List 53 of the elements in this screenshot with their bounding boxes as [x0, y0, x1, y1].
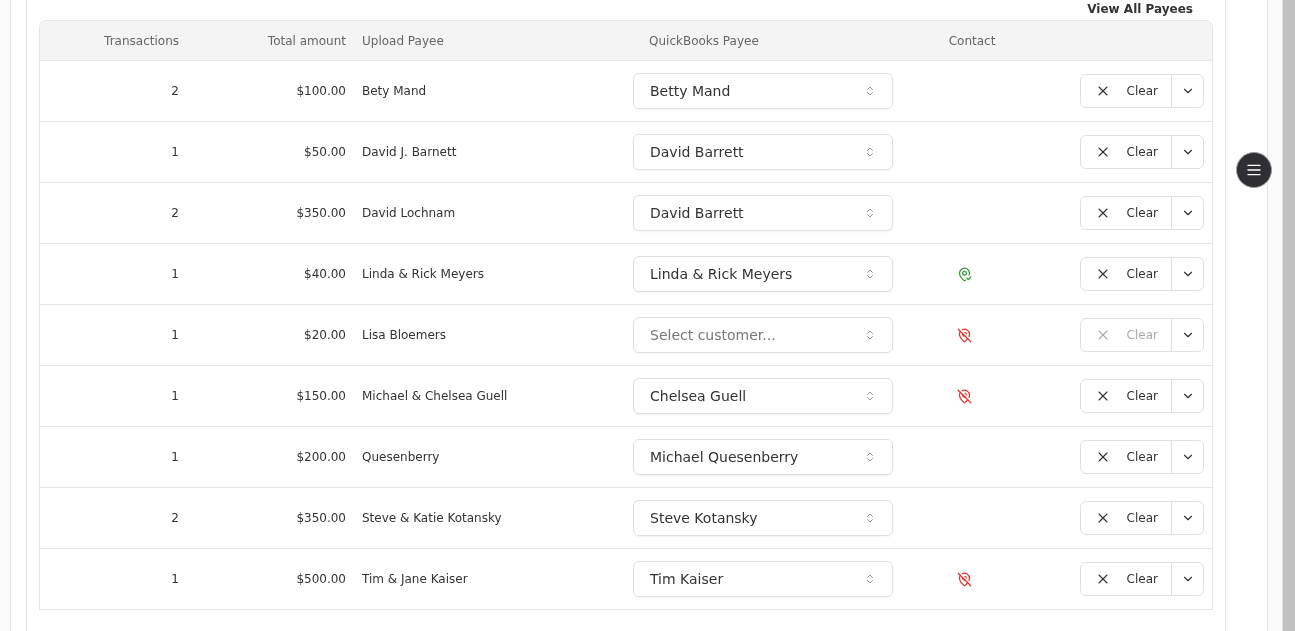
payee-select[interactable]: Steve Kotansky — [633, 500, 893, 536]
amount-cell-text: $20.00 — [303, 328, 346, 342]
payee-select[interactable]: David Barrett — [633, 195, 893, 231]
upload-payee-cell-text: Michael & Chelsea Guell — [361, 389, 509, 403]
upload-payee-cell-text: Quesenberry — [361, 450, 441, 464]
upload-payee-cell-text: Bety Mand — [361, 84, 428, 98]
payee-select[interactable]: Tim Kaiser — [633, 561, 893, 597]
amount-cell-text: $200.00 — [295, 450, 346, 464]
up-down-chevron-icon — [864, 512, 876, 524]
transactions-cell-text: 1 — [170, 450, 179, 464]
amount-cell-text: $40.00 — [303, 267, 346, 281]
view-all-payees-link[interactable]: View All Payees — [1087, 2, 1193, 16]
payee-select[interactable]: Select customer... — [633, 317, 893, 353]
scrollbar[interactable] — [1282, 0, 1295, 631]
transactions-cell-text: 1 — [170, 328, 179, 342]
up-down-chevron-icon — [864, 268, 876, 280]
payee-select[interactable]: David Barrett — [633, 134, 893, 170]
transactions-cell-text: 2 — [170, 84, 179, 98]
payee-select[interactable]: Michael Quesenberry — [633, 439, 893, 475]
up-down-chevron-icon — [864, 85, 876, 97]
upload-payee-cell-text: David J. Barnett — [361, 145, 458, 159]
transactions-cell-text: 1 — [170, 267, 179, 281]
column-header: QuickBooks Payee — [648, 33, 760, 48]
payee-select[interactable]: Linda & Rick Meyers — [633, 256, 893, 292]
up-down-chevron-icon — [864, 146, 876, 158]
transactions-cell-text: 2 — [170, 206, 179, 220]
upload-payee-cell-text: David Lochnam — [361, 206, 457, 220]
upload-payee-cell-text: Linda & Rick Meyers — [361, 267, 486, 281]
transactions-cell-text: 2 — [170, 511, 179, 525]
upload-payee-cell-text: Lisa Bloemers — [361, 328, 447, 342]
amount-cell-text: $150.00 — [295, 389, 346, 403]
up-down-chevron-icon — [864, 207, 876, 219]
column-header: Total amount — [266, 33, 346, 48]
up-down-chevron-icon — [864, 329, 876, 341]
payee-select[interactable]: Betty Mand — [633, 73, 893, 109]
up-down-chevron-icon — [864, 390, 876, 402]
column-header: Transactions — [103, 33, 179, 48]
upload-payee-cell-text: Tim & Jane Kaiser — [361, 572, 469, 586]
upload-payee-cell-text: Steve & Katie Kotansky — [361, 511, 503, 525]
transactions-cell-text: 1 — [170, 572, 179, 586]
column-header: Contact — [947, 33, 997, 48]
amount-cell-text: $350.00 — [295, 206, 346, 220]
transactions-cell-text: 1 — [170, 389, 179, 403]
column-header: Upload Payee — [361, 33, 445, 48]
amount-cell-text: $50.00 — [303, 145, 346, 159]
amount-cell-text: $350.00 — [295, 511, 346, 525]
amount-cell-text: $500.00 — [295, 572, 346, 586]
amount-cell-text: $100.00 — [295, 84, 346, 98]
transactions-cell-text: 1 — [170, 145, 179, 159]
up-down-chevron-icon — [864, 573, 876, 585]
up-down-chevron-icon — [864, 451, 876, 463]
payee-select[interactable]: Chelsea Guell — [633, 378, 893, 414]
menu-icon — [1246, 162, 1262, 178]
